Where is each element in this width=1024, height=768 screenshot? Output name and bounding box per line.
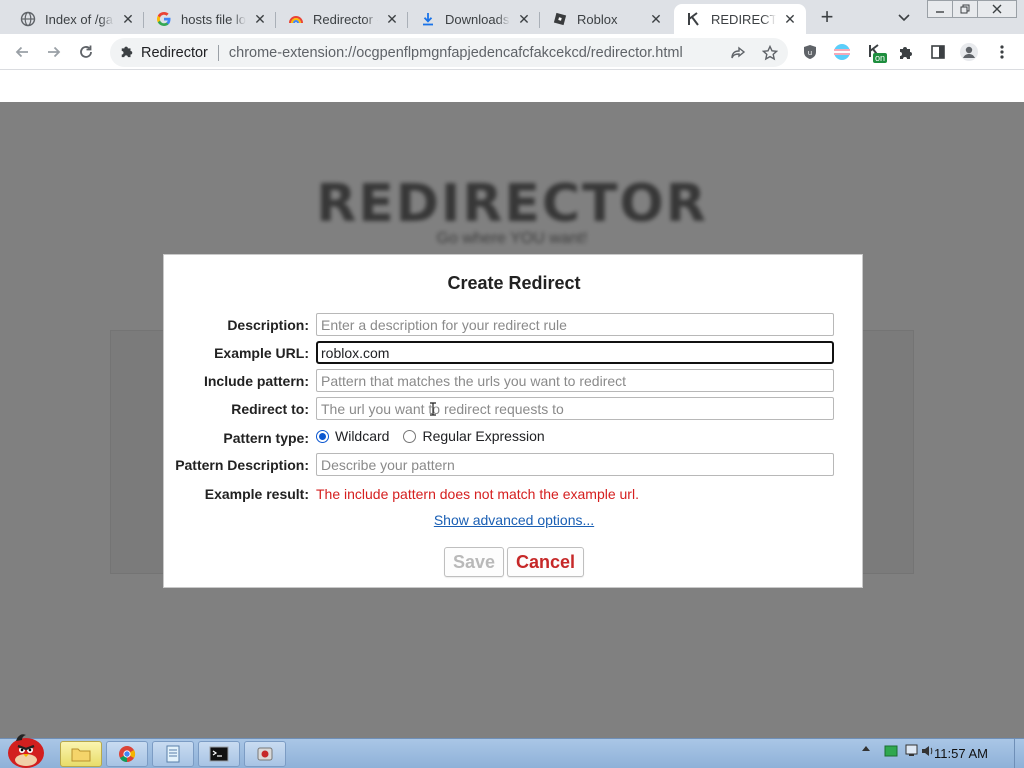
- tab-strip: Index of /ga ✕ hosts file lo ✕ Redirecto…: [0, 0, 1024, 34]
- new-tab-button[interactable]: +: [814, 6, 840, 30]
- redirect-to-row: Redirect to:: [164, 397, 864, 421]
- start-button-angry-bird-icon[interactable]: [2, 731, 50, 768]
- reload-icon[interactable]: [75, 41, 97, 63]
- puzzle-piece-icon: [120, 44, 134, 62]
- kebab-menu-icon[interactable]: [991, 41, 1013, 63]
- taskbar-chrome-icon[interactable]: [106, 741, 148, 767]
- redirector-icon: [686, 11, 702, 27]
- wildcard-radio-label[interactable]: Wildcard: [335, 428, 389, 444]
- profile-avatar-icon[interactable]: [958, 41, 980, 63]
- rainbow-icon: [288, 11, 304, 27]
- regex-radio[interactable]: [403, 429, 417, 443]
- extensions-puzzle-icon[interactable]: [895, 41, 917, 63]
- pattern-description-label: Pattern Description:: [175, 457, 309, 473]
- tray-network-icon[interactable]: [905, 744, 921, 758]
- example-url-label: Example URL:: [214, 345, 309, 361]
- page-content: REDIRECTOR Go where YOU want! Create Red…: [0, 70, 1024, 738]
- extension-on-badge: on: [873, 53, 888, 63]
- taskbar-app-icon[interactable]: [244, 741, 286, 767]
- taskbar-cmd-icon[interactable]: [198, 741, 240, 767]
- page-tagline: Go where YOU want!: [436, 230, 588, 247]
- close-tab-icon[interactable]: ✕: [252, 11, 268, 27]
- ublock-shield-icon[interactable]: u: [799, 41, 821, 63]
- close-tab-icon[interactable]: ✕: [782, 11, 798, 27]
- description-label: Description:: [227, 317, 309, 333]
- tab-search-chevron-icon[interactable]: [894, 8, 914, 28]
- pattern-type-row: Pattern type: Wildcard Regular Expressio…: [164, 426, 864, 450]
- include-pattern-input[interactable]: [316, 369, 834, 392]
- create-redirect-dialog: Create Redirect Description: Example URL…: [163, 254, 863, 588]
- site-chip: Redirector: [141, 44, 208, 61]
- pattern-type-label: Pattern type:: [223, 430, 309, 446]
- roblox-icon: [552, 11, 568, 27]
- close-tab-icon[interactable]: ✕: [384, 11, 400, 27]
- redirect-to-input[interactable]: [316, 397, 834, 420]
- regex-radio-label[interactable]: Regular Expression: [422, 428, 544, 444]
- example-result-row: Example result: The include pattern does…: [164, 482, 864, 506]
- description-input[interactable]: [316, 313, 834, 336]
- pattern-description-row: Pattern Description:: [164, 453, 864, 477]
- pattern-description-input[interactable]: [316, 453, 834, 476]
- show-desktop-button[interactable]: [1014, 739, 1024, 768]
- include-pattern-label: Include pattern:: [203, 373, 309, 389]
- tray-volume-icon[interactable]: [921, 744, 935, 758]
- tab-hosts-file[interactable]: hosts file lo ✕: [144, 4, 276, 34]
- restore-button[interactable]: [952, 0, 978, 18]
- close-window-button[interactable]: [977, 0, 1017, 18]
- google-icon: [156, 11, 172, 27]
- example-url-input[interactable]: [316, 341, 834, 364]
- tab-redirector-store[interactable]: Redirector - ✕: [276, 4, 408, 34]
- download-icon: [420, 11, 436, 27]
- example-url-row: Example URL:: [164, 341, 864, 365]
- url-text: chrome-extension://ocgpenflpmgnfapjedenc…: [228, 44, 683, 61]
- svg-text:u: u: [808, 49, 812, 57]
- redirector-extension-icon[interactable]: on: [865, 41, 888, 63]
- tab-roblox[interactable]: Roblox ✕: [540, 4, 672, 34]
- redirect-to-label: Redirect to:: [231, 401, 309, 417]
- tab-index-of[interactable]: Index of /ga ✕: [8, 4, 144, 34]
- text-cursor-icon: [430, 402, 436, 416]
- example-result-error: The include pattern does not match the e…: [316, 486, 639, 502]
- tray-battery-icon[interactable]: [884, 744, 900, 758]
- windows-taskbar: 11:57 AM: [0, 734, 1024, 768]
- bookmark-star-icon[interactable]: [759, 42, 781, 64]
- save-button[interactable]: Save: [444, 547, 504, 577]
- show-advanced-options-link[interactable]: Show advanced options...: [164, 512, 864, 528]
- pattern-type-radio-group: Wildcard Regular Expression: [316, 428, 545, 444]
- side-panel-icon[interactable]: [927, 41, 949, 63]
- share-icon[interactable]: [727, 42, 749, 64]
- tab-redirector-active[interactable]: REDIRECTO ✕: [674, 4, 806, 34]
- description-row: Description:: [164, 313, 864, 337]
- wildcard-radio[interactable]: [316, 429, 329, 443]
- close-tab-icon[interactable]: ✕: [120, 11, 136, 27]
- minimize-button[interactable]: [927, 0, 953, 18]
- close-tab-icon[interactable]: ✕: [648, 11, 664, 27]
- browser-toolbar: Redirector chrome-extension://ocgpenflpm…: [0, 34, 1024, 70]
- globe-icon: [20, 11, 36, 27]
- taskbar-clock[interactable]: 11:57 AM: [934, 746, 988, 761]
- cancel-button[interactable]: Cancel: [507, 547, 584, 577]
- taskbar-explorer-folder-icon[interactable]: [60, 741, 102, 767]
- back-arrow-icon[interactable]: [11, 41, 33, 63]
- close-tab-icon[interactable]: ✕: [516, 11, 532, 27]
- page-heading: REDIRECTOR: [316, 174, 708, 234]
- tab-downloads[interactable]: Downloads ✕: [408, 4, 540, 34]
- flag-extension-icon[interactable]: [831, 41, 853, 63]
- tray-overflow-arrow-icon[interactable]: [861, 744, 871, 752]
- example-result-label: Example result:: [204, 486, 309, 502]
- address-bar[interactable]: Redirector chrome-extension://ocgpenflpm…: [110, 38, 788, 67]
- dialog-title: Create Redirect: [447, 273, 581, 293]
- forward-arrow-icon[interactable]: [43, 41, 65, 63]
- taskbar-notepad-icon[interactable]: [152, 741, 194, 767]
- include-pattern-row: Include pattern:: [164, 369, 864, 393]
